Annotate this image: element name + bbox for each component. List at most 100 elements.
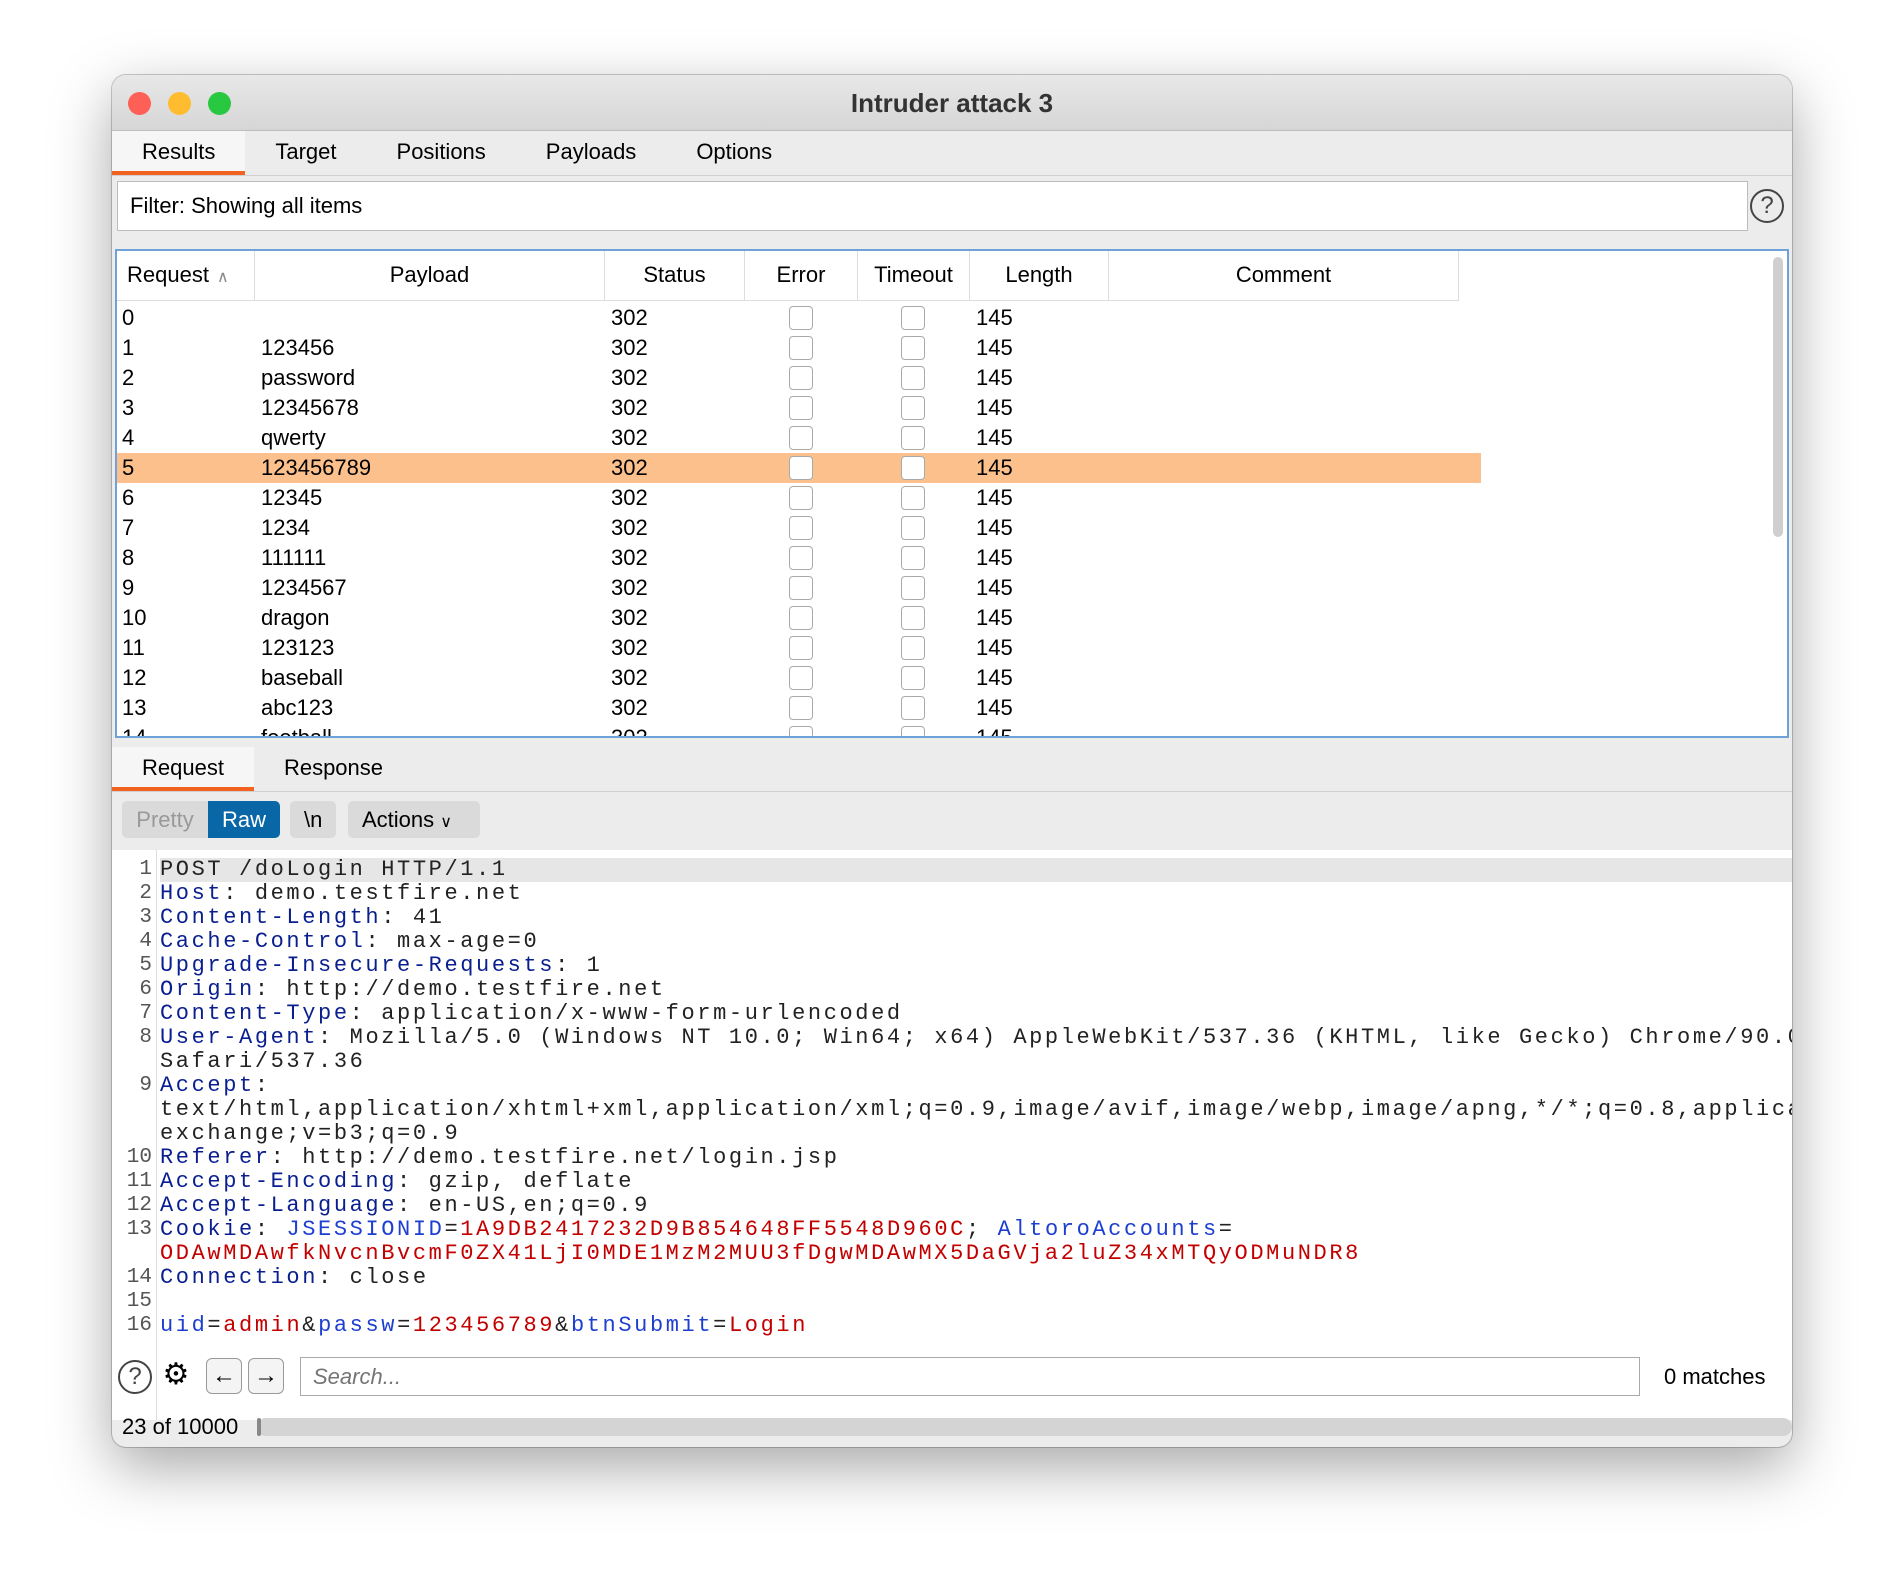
- timeout-checkbox[interactable]: [901, 306, 925, 330]
- header-name: Host: [160, 881, 224, 906]
- param-name: passw: [318, 1313, 398, 1338]
- minimize-window-button[interactable]: [168, 92, 191, 115]
- table-scrollbar[interactable]: [1773, 257, 1783, 537]
- table-row[interactable]: 10 dragon 302 145: [117, 603, 1481, 633]
- code-text: : demo.testfire.net: [223, 881, 524, 906]
- column-header-payload[interactable]: Payload: [255, 251, 605, 301]
- tab-positions[interactable]: Positions: [367, 131, 516, 175]
- tab-results[interactable]: Results: [112, 131, 246, 175]
- timeout-checkbox[interactable]: [901, 636, 925, 660]
- table-row[interactable]: 8 111111 302 145: [117, 543, 1481, 573]
- actions-dropdown[interactable]: Actions ∨: [348, 801, 480, 838]
- error-checkbox[interactable]: [789, 576, 813, 600]
- table-row[interactable]: 1 123456 302 145: [117, 333, 1481, 363]
- tab-response[interactable]: Response: [254, 747, 413, 791]
- timeout-checkbox[interactable]: [901, 396, 925, 420]
- code-text: =: [713, 1313, 729, 1338]
- table-row[interactable]: 0 302 145: [117, 303, 1481, 333]
- error-checkbox[interactable]: [789, 696, 813, 720]
- error-checkbox[interactable]: [789, 306, 813, 330]
- cell-length: 145: [976, 335, 1013, 360]
- tab-target[interactable]: Target: [245, 131, 366, 175]
- cell-status: 302: [611, 695, 648, 720]
- error-checkbox[interactable]: [789, 726, 813, 736]
- cell-request: 1: [122, 335, 135, 360]
- error-checkbox[interactable]: [789, 336, 813, 360]
- header-name: Connection: [160, 1265, 319, 1290]
- line-number: 15: [126, 1290, 152, 1313]
- timeout-checkbox[interactable]: [901, 486, 925, 510]
- timeout-checkbox[interactable]: [901, 456, 925, 480]
- line-number: 12: [126, 1194, 152, 1217]
- column-header-length[interactable]: Length: [970, 251, 1109, 301]
- timeout-checkbox[interactable]: [901, 336, 925, 360]
- table-row[interactable]: 13 abc123 302 145: [117, 693, 1481, 723]
- tab-request[interactable]: Request: [112, 747, 254, 791]
- table-row[interactable]: 14 football 302 145: [117, 723, 1481, 736]
- timeout-checkbox[interactable]: [901, 576, 925, 600]
- header-name: Cookie: [160, 1217, 255, 1242]
- error-checkbox[interactable]: [789, 396, 813, 420]
- error-checkbox[interactable]: [789, 366, 813, 390]
- error-checkbox[interactable]: [789, 516, 813, 540]
- table-row[interactable]: 5 123456789 302 145: [117, 453, 1481, 483]
- param-value: 123456789: [412, 1313, 556, 1338]
- cell-status: 302: [611, 485, 648, 510]
- raw-button[interactable]: Raw: [208, 801, 280, 838]
- cell-request: 4: [122, 425, 135, 450]
- search-input[interactable]: [300, 1357, 1640, 1396]
- arrow-right-icon[interactable]: →: [248, 1358, 284, 1394]
- table-row[interactable]: 7 1234 302 145: [117, 513, 1481, 543]
- timeout-checkbox[interactable]: [901, 366, 925, 390]
- column-header-status[interactable]: Status: [605, 251, 745, 301]
- code-text: : http://demo.testfire.net/login.jsp: [270, 1145, 840, 1170]
- table-row[interactable]: 2 password 302 145: [117, 363, 1481, 393]
- column-header-error[interactable]: Error: [745, 251, 858, 301]
- tab-options[interactable]: Options: [666, 131, 802, 175]
- request-editor[interactable]: 1 POST /doLogin HTTP/1.1 2 Host: demo.testf…: [112, 850, 1792, 1420]
- error-checkbox[interactable]: [789, 666, 813, 690]
- table-row[interactable]: 11 123123 302 145: [117, 633, 1481, 663]
- help-icon[interactable]: ?: [1750, 189, 1784, 223]
- error-checkbox[interactable]: [789, 636, 813, 660]
- filter-bar[interactable]: Filter: Showing all items: [117, 181, 1748, 231]
- help-icon[interactable]: ?: [118, 1360, 152, 1394]
- error-checkbox[interactable]: [789, 426, 813, 450]
- timeout-checkbox[interactable]: [901, 426, 925, 450]
- cell-status: 302: [611, 635, 648, 660]
- column-header-comment[interactable]: Comment: [1109, 251, 1459, 301]
- code-text: ;: [965, 1217, 998, 1242]
- newline-button[interactable]: \n: [290, 801, 337, 838]
- line-number: 2: [139, 882, 152, 905]
- results-table: Request ∧ Payload Status Error Timeout Length C…: [115, 249, 1789, 738]
- error-checkbox[interactable]: [789, 486, 813, 510]
- code-line: Accept-Encoding: gzip, deflate: [160, 1170, 634, 1194]
- error-checkbox[interactable]: [789, 546, 813, 570]
- error-checkbox[interactable]: [789, 606, 813, 630]
- close-window-button[interactable]: [128, 92, 151, 115]
- timeout-checkbox[interactable]: [901, 516, 925, 540]
- pretty-button[interactable]: Pretty: [122, 801, 208, 838]
- timeout-checkbox[interactable]: [901, 726, 925, 736]
- column-header-timeout[interactable]: Timeout: [858, 251, 970, 301]
- header-name: Accept: [160, 1073, 255, 1098]
- table-row[interactable]: 6 12345 302 145: [117, 483, 1481, 513]
- error-checkbox[interactable]: [789, 456, 813, 480]
- column-header-request[interactable]: Request ∧: [117, 251, 255, 301]
- maximize-window-button[interactable]: [208, 92, 231, 115]
- cell-status: 302: [611, 365, 648, 390]
- cell-payload: 123123: [261, 635, 335, 660]
- arrow-left-icon[interactable]: ←: [206, 1358, 242, 1394]
- gear-icon[interactable]: ⚙: [158, 1358, 194, 1394]
- cell-length: 145: [976, 635, 1013, 660]
- timeout-checkbox[interactable]: [901, 606, 925, 630]
- table-row[interactable]: 3 12345678 302 145: [117, 393, 1481, 423]
- tab-payloads[interactable]: Payloads: [516, 131, 667, 175]
- table-row[interactable]: 12 baseball 302 145: [117, 663, 1481, 693]
- timeout-checkbox[interactable]: [901, 666, 925, 690]
- table-row[interactable]: 9 1234567 302 145: [117, 573, 1481, 603]
- timeout-checkbox[interactable]: [901, 696, 925, 720]
- table-row[interactable]: 4 qwerty 302 145: [117, 423, 1481, 453]
- timeout-checkbox[interactable]: [901, 546, 925, 570]
- line-number: 4: [139, 930, 152, 953]
